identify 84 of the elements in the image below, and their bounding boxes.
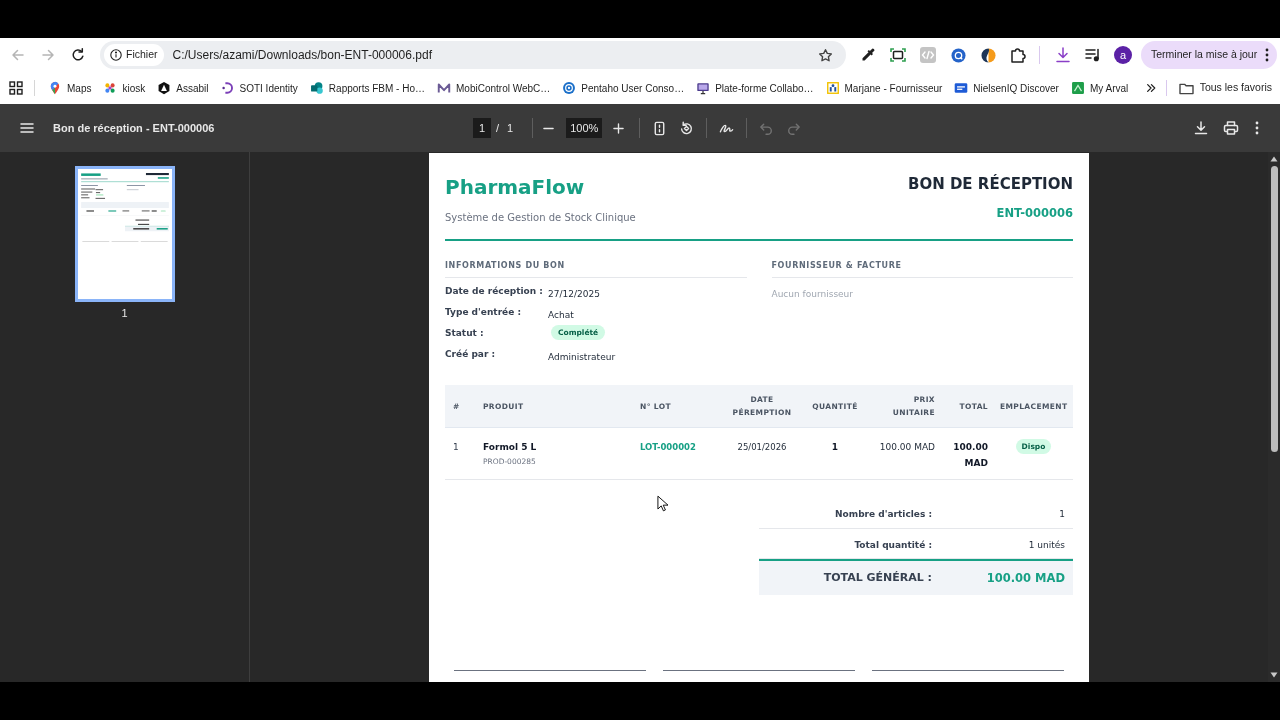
url-text: C:/Users/azami/Downloads/bon-ENT-000006.pdf <box>172 47 432 64</box>
zoom-field[interactable]: 100% <box>566 118 603 138</box>
field-value: Achat <box>548 309 574 321</box>
scrollbar-thumb[interactable] <box>1270 166 1278 452</box>
document-number: ENT-000006 <box>996 206 1073 220</box>
download-icon[interactable] <box>1054 46 1072 64</box>
bookmark[interactable]: kiosk <box>97 76 152 100</box>
zigzag-logo-icon <box>437 81 451 95</box>
bookmark[interactable]: Plate-forme Collabo… <box>690 76 820 100</box>
table-cell-text: 100.00 MAD <box>878 441 936 454</box>
summary-label: Nombre d'articles : <box>834 508 933 520</box>
table-cell-text: 100.00 MAD <box>952 441 989 470</box>
site-info-chip[interactable]: Fichier <box>104 44 164 66</box>
print-icon[interactable] <box>1223 120 1239 136</box>
grand-total-value: 100.00 MAD <box>985 570 1066 586</box>
all-bookmarks-button[interactable]: Tous les favoris <box>1178 76 1272 100</box>
product-name: Formol 5 L <box>483 441 537 454</box>
download-icon[interactable] <box>1193 120 1209 136</box>
monitor-icon <box>696 81 711 95</box>
circle-logo-icon[interactable] <box>950 47 966 63</box>
overlapping-shapes-icon <box>309 81 324 95</box>
reload-icon[interactable] <box>70 47 86 63</box>
section-heading: FOURNISSEUR & FACTURE <box>771 261 903 271</box>
screenshot-frame-icon[interactable] <box>889 46 907 64</box>
folder-icon <box>1178 81 1194 95</box>
field-label: Date de réception : <box>445 285 544 297</box>
hexagon-logo-icon <box>157 81 172 95</box>
zoom-in-icon[interactable] <box>613 122 625 134</box>
star-icon[interactable] <box>818 47 833 63</box>
info-icon <box>110 49 122 61</box>
bookmark[interactable]: MobiControl WebC… <box>431 76 557 100</box>
pointer-cursor-icon <box>657 495 668 512</box>
field-value: 27/12/2025 <box>548 288 600 300</box>
square-logo-icon <box>1070 81 1085 95</box>
page-thumbnail[interactable] <box>74 166 175 302</box>
playlist-icon[interactable] <box>1084 46 1102 64</box>
bookmark[interactable]: Assabil <box>151 76 215 100</box>
thumbnail-label: 1 <box>121 307 128 319</box>
building-logo-icon <box>825 81 840 95</box>
lot-number: LOT-000002 <box>639 441 697 454</box>
tile-logo-icon <box>954 81 969 95</box>
bookmark[interactable]: My Arval <box>1064 76 1135 100</box>
summary-label: Total quantité : <box>853 539 933 551</box>
field-label: Type d'entrée : <box>445 306 522 318</box>
empty-supplier-text: Aucun fournisseur <box>771 288 855 300</box>
bookmark[interactable]: Maps <box>42 76 98 100</box>
apps-grid-icon[interactable] <box>9 81 23 95</box>
document-heading: BON DE RÉCEPTION <box>907 175 1073 193</box>
bookmark[interactable]: SOTI Identity <box>214 76 304 100</box>
puzzle-icon[interactable] <box>1009 46 1027 64</box>
dots-cluster-icon <box>103 81 118 95</box>
bookmark[interactable]: NielsenIQ Discover <box>948 76 1065 100</box>
brand-tagline: Système de Gestion de Stock Clinique <box>445 211 636 225</box>
table-cell-text: 25/01/2026 <box>736 441 788 454</box>
brand-name: PharmaFlow <box>445 175 585 199</box>
more-icon[interactable] <box>1253 120 1261 136</box>
document-title: Bon de réception - ENT-000006 <box>53 120 215 136</box>
grand-total-label: TOTAL GÉNÉRAL : <box>822 570 933 586</box>
table-cell-text: 1 <box>830 441 840 454</box>
table-cell-text: 1 <box>452 441 460 454</box>
rotate-icon[interactable] <box>679 120 695 136</box>
update-button[interactable]: Terminer la mise à jour <box>1141 41 1278 69</box>
scroll-down-icon[interactable] <box>1270 672 1278 678</box>
field-value: Administrateur <box>548 351 616 363</box>
bookmark[interactable]: Pentaho User Conso… <box>556 76 691 100</box>
ring-logo-icon <box>562 81 577 95</box>
page-count: / 1 <box>496 120 514 136</box>
address-bar[interactable]: Fichier C:/Users/azami/Downloads/bon-ENT-000006.pdf <box>100 41 846 69</box>
bookmark[interactable]: Rapports FBM - Ho… <box>303 76 431 100</box>
code-tile-icon[interactable] <box>919 46 937 64</box>
double-chevron-icon[interactable] <box>1145 83 1156 93</box>
section-heading: INFORMATIONS DU BON <box>445 261 566 271</box>
page-number-field[interactable]: 1 <box>473 118 491 138</box>
map-pin-icon <box>48 81 62 95</box>
split-circle-icon[interactable] <box>980 47 996 63</box>
field-label: Créé par : <box>445 348 497 360</box>
summary-value: 1 <box>1058 508 1066 520</box>
arc-logo-icon <box>220 81 235 95</box>
field-label: Statut : <box>445 327 485 339</box>
profile-avatar[interactable]: a <box>1114 46 1132 64</box>
bookmark[interactable]: Marjane - Fournisseur <box>819 76 949 100</box>
scroll-up-icon[interactable] <box>1270 156 1278 162</box>
menu-icon[interactable] <box>19 120 35 136</box>
summary-value: 1 unités <box>1027 539 1066 551</box>
